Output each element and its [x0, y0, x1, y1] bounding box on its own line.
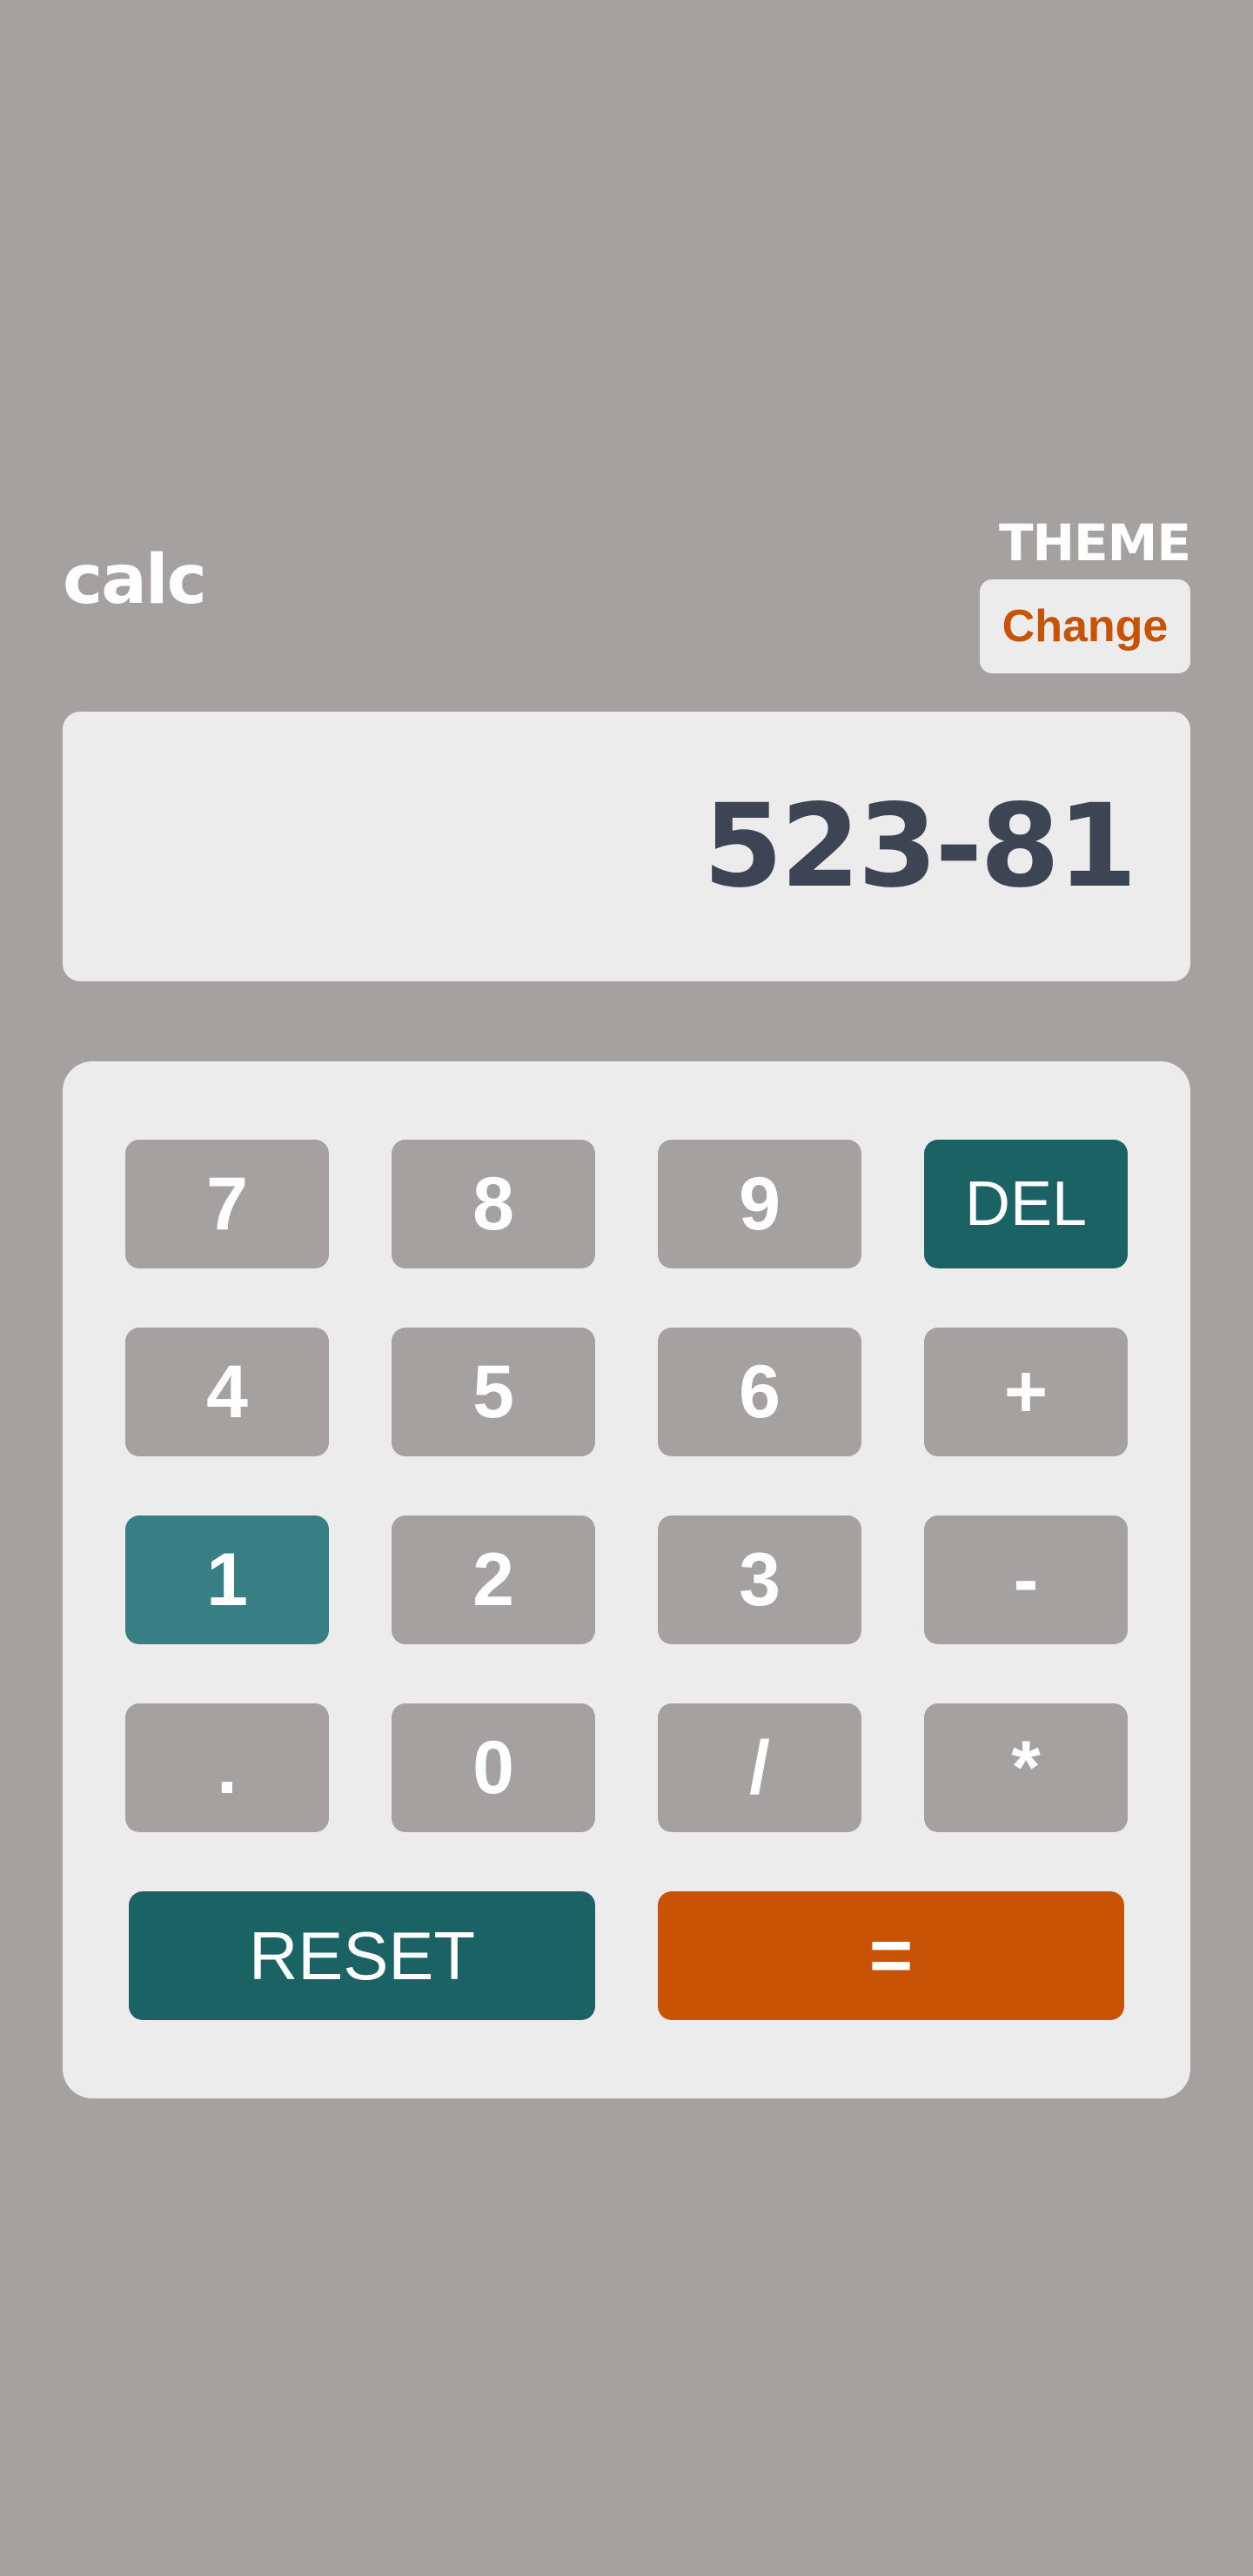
reset-button[interactable]: RESET — [129, 1891, 595, 2020]
theme-switcher: THEME Change — [980, 512, 1191, 673]
display-value: 523-81 — [702, 779, 1137, 913]
app-logo: calc — [63, 541, 207, 619]
key-6[interactable]: 6 — [658, 1328, 861, 1456]
subtract-button[interactable]: - — [924, 1515, 1128, 1644]
theme-label: THEME — [998, 513, 1191, 572]
multiply-button[interactable]: * — [924, 1703, 1128, 1832]
delete-button[interactable]: DEL — [924, 1140, 1128, 1268]
key-7[interactable]: 7 — [125, 1140, 329, 1268]
calculator-display: 523-81 — [63, 712, 1190, 981]
header: calc THEME Change — [63, 512, 1191, 673]
add-button[interactable]: + — [924, 1328, 1128, 1456]
key-4[interactable]: 4 — [125, 1328, 329, 1456]
calculator-app: calc THEME Change 523-81 7 8 9 DEL 4 5 6… — [63, 512, 1191, 2098]
divide-button[interactable]: / — [658, 1703, 861, 1832]
key-3[interactable]: 3 — [658, 1515, 861, 1644]
theme-change-button[interactable]: Change — [980, 579, 1190, 673]
key-5[interactable]: 5 — [392, 1328, 595, 1456]
keypad: 7 8 9 DEL 4 5 6 + 1 2 3 - . 0 / * RESET … — [63, 1061, 1190, 2098]
key-1[interactable]: 1 — [125, 1515, 329, 1644]
key-0[interactable]: 0 — [392, 1703, 595, 1832]
key-2[interactable]: 2 — [392, 1515, 595, 1644]
key-9[interactable]: 9 — [658, 1140, 861, 1268]
equals-button[interactable]: = — [658, 1891, 1124, 2020]
decimal-button[interactable]: . — [125, 1703, 329, 1832]
key-8[interactable]: 8 — [392, 1140, 595, 1268]
